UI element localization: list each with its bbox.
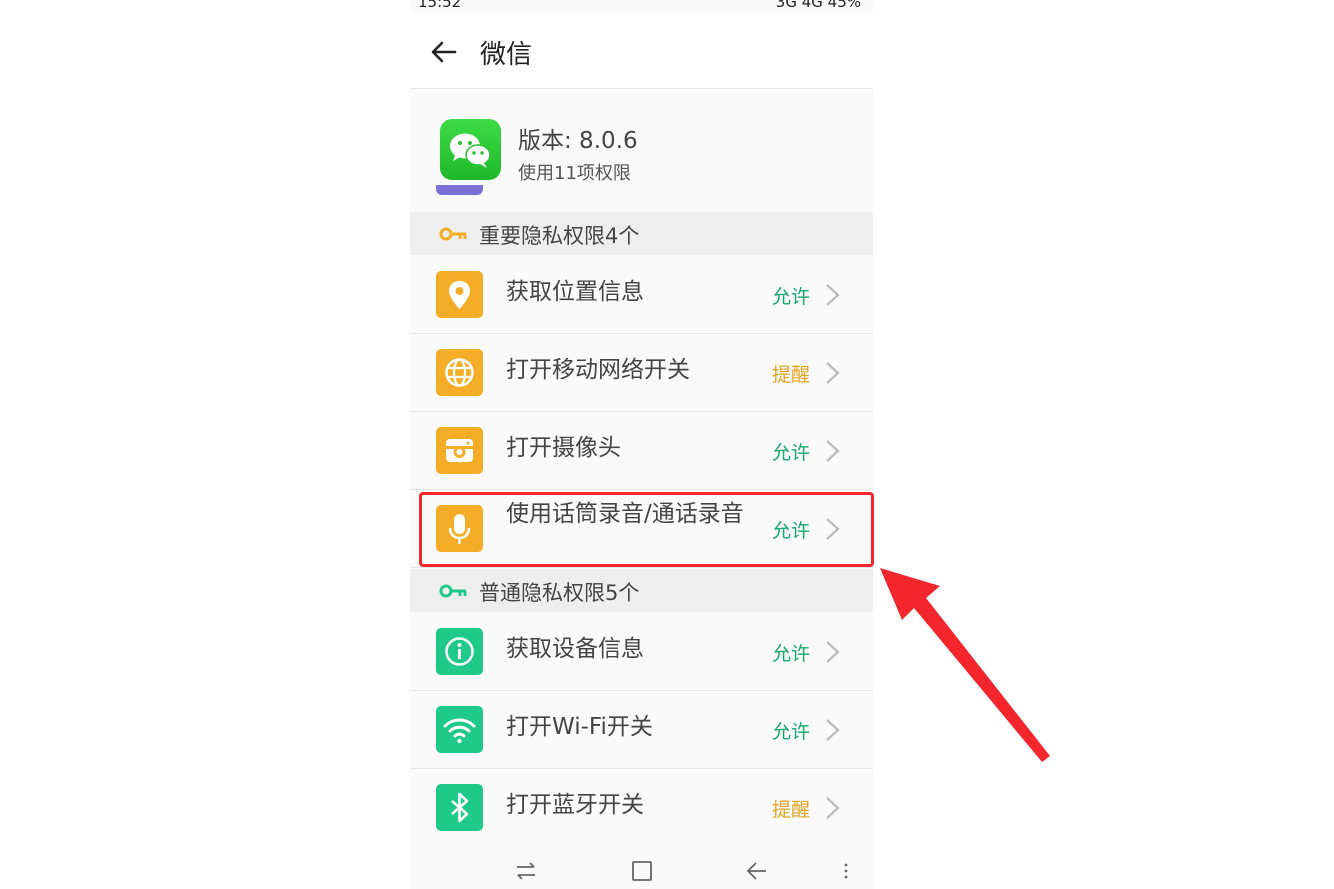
chevron-right-icon (826, 641, 840, 663)
permission-status: 提醒 (772, 799, 811, 821)
section-important-header: 重要隐私权限4个 (410, 212, 873, 255)
navigation-bar (410, 840, 873, 889)
menu-icon[interactable] (838, 858, 864, 884)
permission-row-location[interactable]: 获取位置信息 允许 (410, 256, 873, 334)
permission-label: 获取位置信息 (506, 279, 644, 305)
permission-status: 允许 (772, 643, 811, 665)
bluetooth-icon (436, 784, 483, 831)
permission-label: 打开移动网络开关 (506, 357, 690, 383)
permission-label: 打开蓝牙开关 (506, 792, 644, 818)
key-icon (439, 227, 467, 241)
permission-row-device-info[interactable]: 获取设备信息 允许 (410, 613, 873, 691)
permission-status: 允许 (772, 286, 811, 308)
permission-status: 允许 (772, 721, 811, 743)
permission-status: 允许 (772, 442, 811, 464)
section-title: 重要隐私权限4个 (479, 224, 640, 248)
info-icon (436, 628, 483, 675)
permission-row-mobile-network[interactable]: 打开移动网络开关 提醒 (410, 334, 873, 412)
app-version: 版本: 8.0.6 (518, 128, 638, 154)
section-normal-header: 普通隐私权限5个 (410, 569, 873, 612)
permission-row-wifi[interactable]: 打开Wi-Fi开关 允许 (410, 691, 873, 769)
chevron-right-icon (826, 362, 840, 384)
switch-icon[interactable] (513, 858, 539, 884)
app-info: 版本: 8.0.6 使用11项权限 (410, 89, 873, 212)
arrow-left-icon[interactable] (430, 38, 458, 66)
annotation-highlight-box (419, 492, 874, 567)
status-bar: 15:52 3G 4G 45% (410, 0, 873, 12)
square-home-icon[interactable] (629, 858, 655, 884)
back-arrow-icon[interactable] (744, 858, 770, 884)
location-pin-icon (436, 271, 483, 318)
phone-screen: 15:52 3G 4G 45% 微信 版本: 8.0.6 使用11项权限 重要隐… (410, 0, 873, 889)
permission-row-bluetooth[interactable]: 打开蓝牙开关 提醒 (410, 769, 873, 847)
wechat-icon (440, 119, 501, 180)
permission-count: 使用11项权限 (518, 163, 631, 184)
permission-label: 打开Wi-Fi开关 (506, 714, 653, 740)
annotation-arrow-icon (880, 568, 1050, 762)
permission-row-camera[interactable]: 打开摄像头 允许 (410, 412, 873, 490)
app-bar: 微信 (410, 12, 873, 89)
permission-status: 提醒 (772, 364, 811, 386)
chevron-right-icon (826, 284, 840, 306)
permission-label: 获取设备信息 (506, 636, 644, 662)
app-icon-underlay (436, 185, 483, 195)
page-title: 微信 (480, 40, 533, 70)
chevron-right-icon (826, 440, 840, 462)
status-indicators: 3G 4G 45% (775, 0, 861, 11)
chevron-right-icon (826, 797, 840, 819)
status-time: 15:52 (418, 0, 462, 11)
permission-label: 打开摄像头 (506, 435, 621, 461)
chevron-right-icon (826, 719, 840, 741)
wifi-icon (436, 706, 483, 753)
section-title: 普通隐私权限5个 (479, 581, 640, 605)
globe-icon (436, 349, 483, 396)
key-icon (439, 584, 467, 598)
camera-icon (436, 427, 483, 474)
